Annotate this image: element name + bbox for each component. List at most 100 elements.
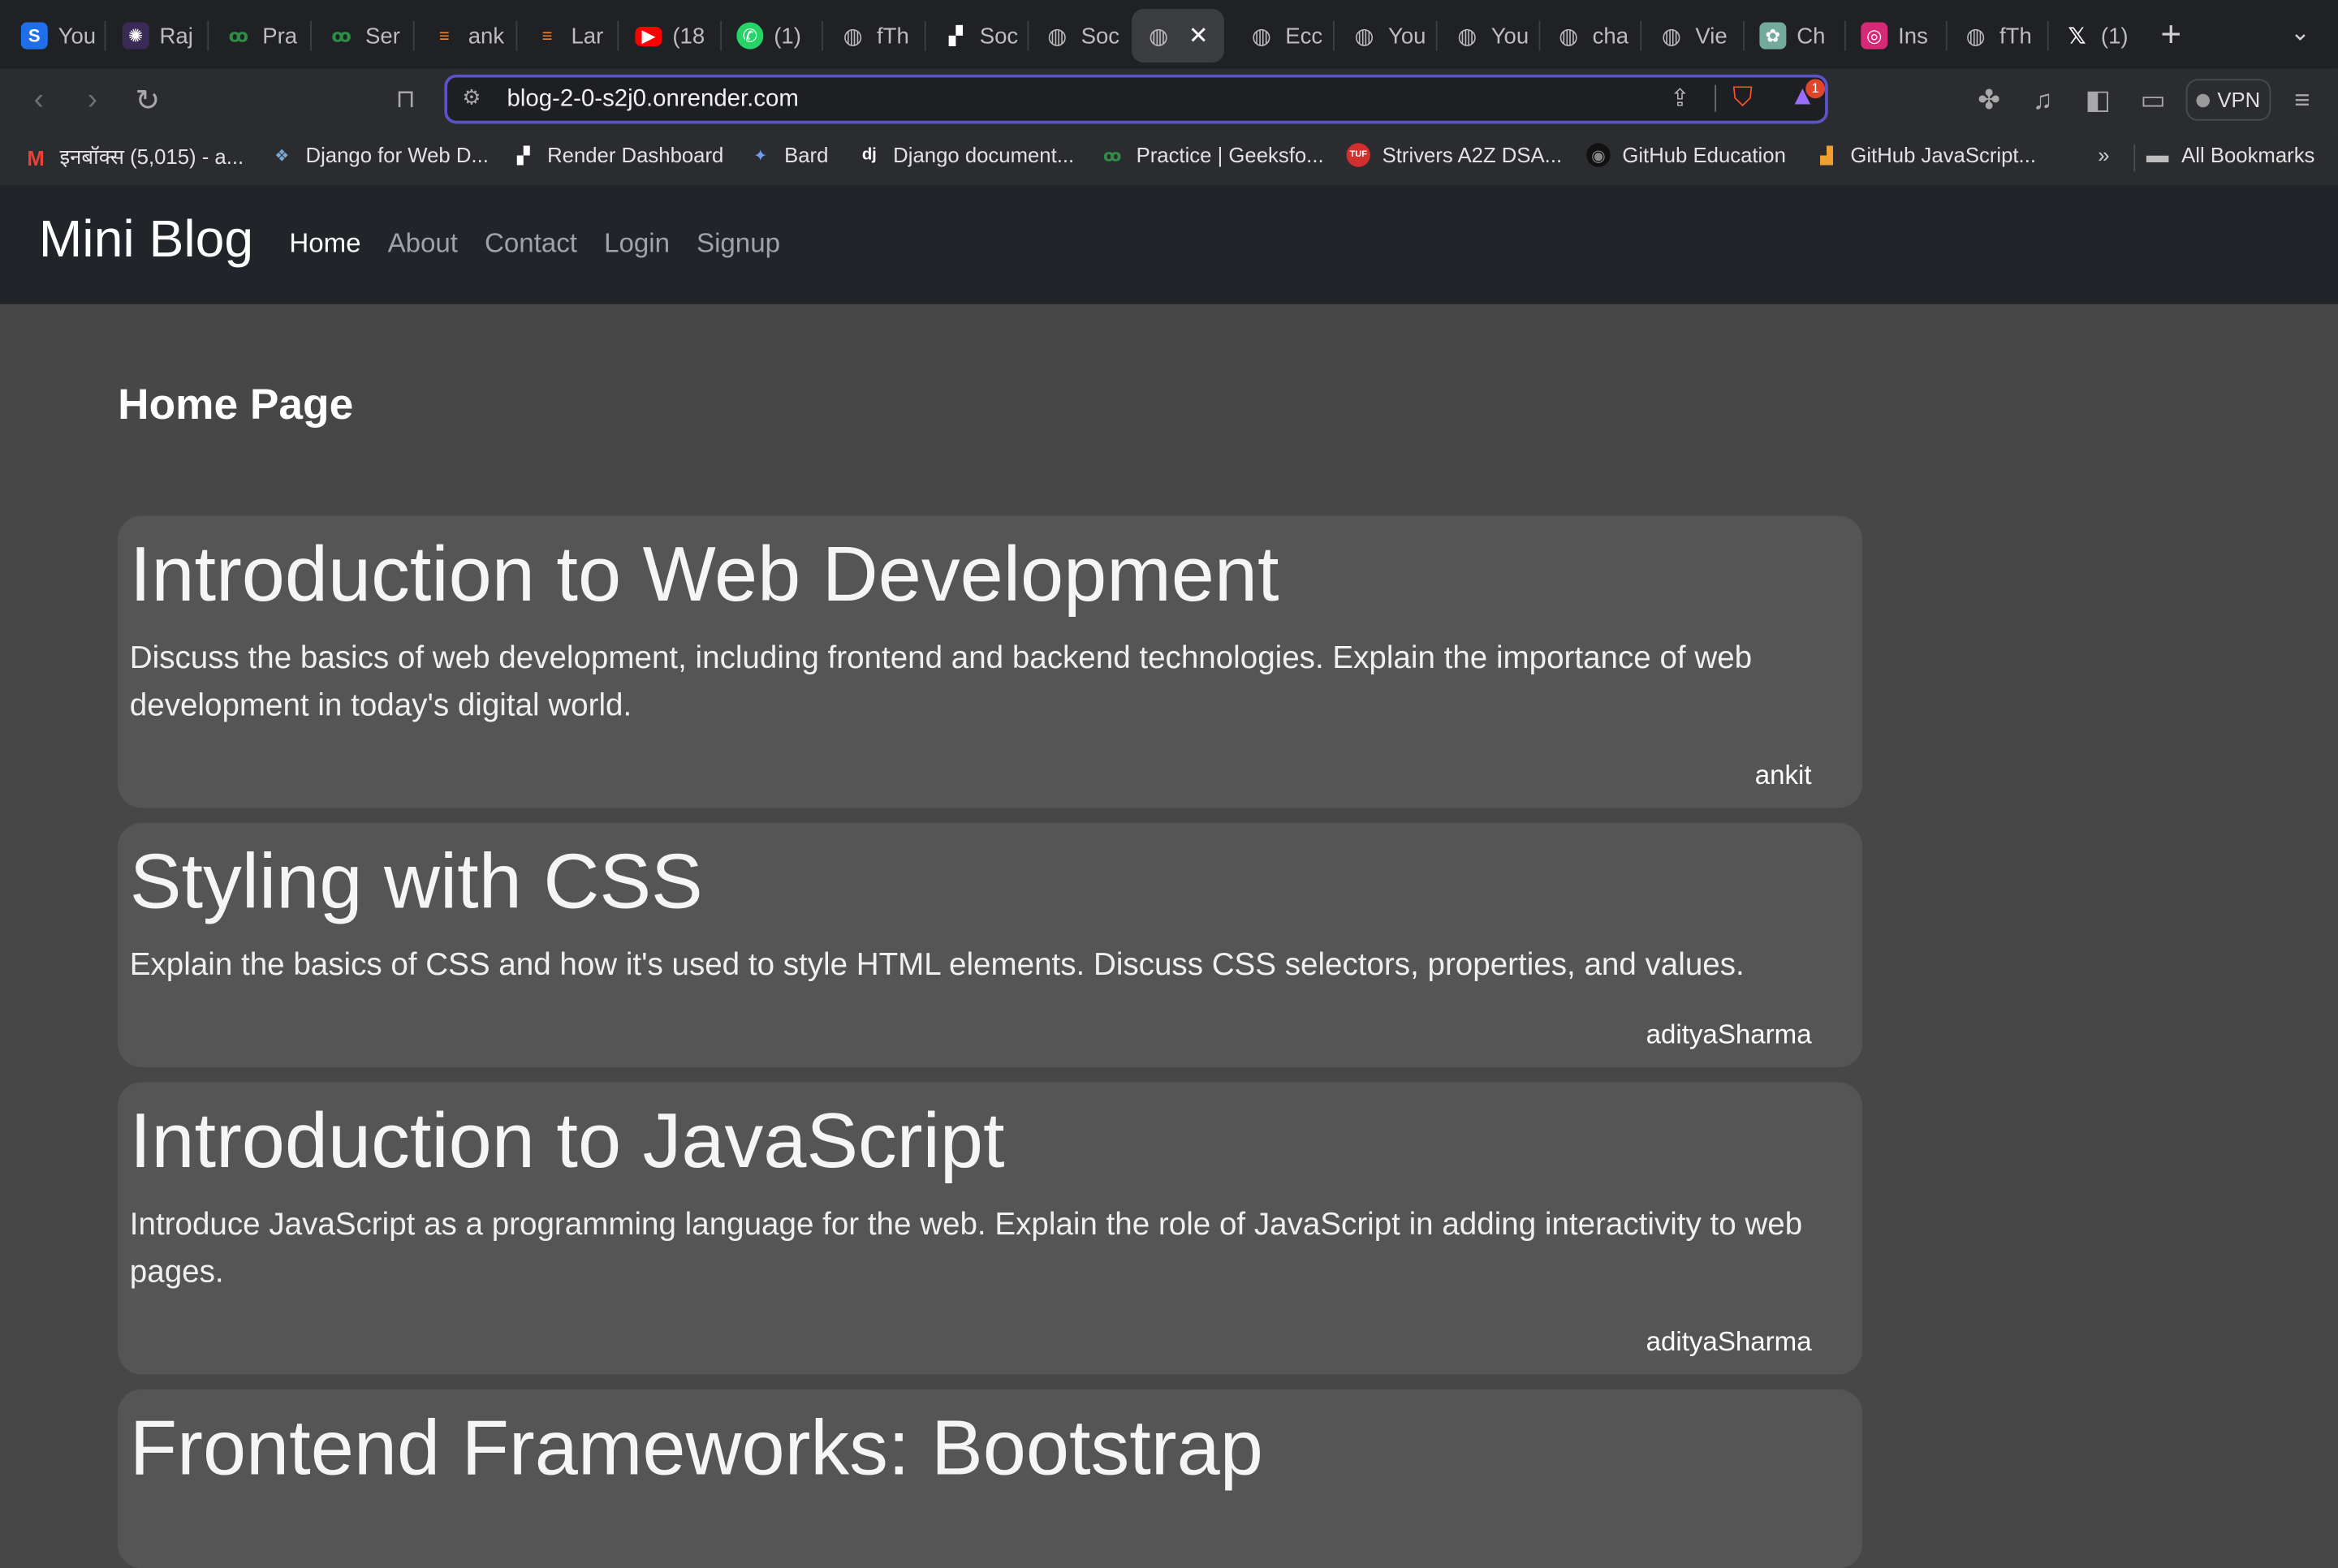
tab-item[interactable]: ≡ Lar bbox=[534, 9, 612, 62]
tab-item[interactable]: ◍ Ecc bbox=[1248, 9, 1326, 62]
reload-icon[interactable]: ↻ bbox=[130, 82, 166, 118]
bookmark-label: GitHub JavaScript... bbox=[1850, 143, 2037, 167]
share-icon[interactable]: ⇪ bbox=[1670, 84, 1690, 114]
tab-item[interactable]: ≡ ank bbox=[431, 9, 509, 62]
bookmark-item[interactable]: TUF Strivers A2Z DSA... bbox=[1346, 143, 1562, 167]
youtube-icon: ▶ bbox=[635, 25, 662, 46]
nav-link-contact[interactable]: Contact bbox=[485, 228, 577, 260]
tab-item[interactable]: ◍ You bbox=[1454, 9, 1532, 62]
chatgpt-icon: ✿ bbox=[1759, 22, 1787, 50]
nav-link-home[interactable]: Home bbox=[289, 228, 360, 260]
forward-arrow-icon[interactable]: › bbox=[75, 82, 110, 118]
post-description: Introduce JavaScript as a programming la… bbox=[129, 1207, 1803, 1290]
post-description: Explain the basics of CSS and how it's u… bbox=[129, 948, 1745, 983]
status-dot bbox=[2196, 93, 2211, 107]
tab-item[interactable]: ◍ cha bbox=[1555, 9, 1633, 62]
tab-item[interactable]: ▶ (18 bbox=[635, 9, 713, 62]
bookmark-item[interactable]: ▟ GitHub JavaScript... bbox=[1814, 143, 2036, 166]
media-icon[interactable]: ♫ bbox=[2025, 82, 2060, 118]
page-title: Home Page bbox=[118, 381, 354, 429]
bookmark-item[interactable]: dj Django document... bbox=[857, 143, 1074, 166]
tab-label: Raj bbox=[159, 23, 193, 49]
post-title: Introduction to JavaScript bbox=[129, 1098, 1005, 1186]
brave-shield-icon[interactable]: ⛉ bbox=[1732, 82, 1753, 114]
tab-item[interactable]: ◎ Ins bbox=[1861, 9, 1939, 62]
globe-icon: ◍ bbox=[1965, 24, 1986, 50]
bookmark-item[interactable]: ▞ Render Dashboard bbox=[511, 143, 723, 166]
tab-label: (1) bbox=[2100, 23, 2129, 49]
tab-label: Pra bbox=[262, 23, 298, 49]
post-author: ankit bbox=[1754, 760, 1812, 790]
avatar-icon: ✺ bbox=[122, 22, 149, 50]
divider bbox=[2133, 144, 2136, 172]
tab-label: You bbox=[1387, 23, 1426, 49]
tab-item[interactable]: ◍ fTh bbox=[839, 9, 917, 62]
s-logo-icon: S bbox=[20, 22, 48, 50]
tab-label: Ch bbox=[1797, 23, 1826, 49]
post-author: adityaSharma bbox=[1646, 1326, 1812, 1357]
tab-item[interactable]: ꝏ Pra bbox=[225, 9, 303, 62]
menu-icon[interactable]: ≡ bbox=[2284, 82, 2320, 118]
tab-item[interactable]: ◍ fTh bbox=[1962, 9, 2040, 62]
post-author: adityaSharma bbox=[1646, 1019, 1812, 1050]
bookmark-item[interactable]: ◉ GitHub Education bbox=[1586, 143, 1786, 167]
tab-item[interactable]: ◍ You bbox=[1351, 9, 1429, 62]
site-brand[interactable]: Mini Blog bbox=[39, 210, 253, 269]
tab-item[interactable]: ▞ Soc bbox=[943, 9, 1020, 62]
globe-icon: ◍ bbox=[1661, 24, 1681, 50]
tab-item[interactable]: S You bbox=[20, 9, 99, 62]
bookmark-label: GitHub Education bbox=[1622, 143, 1786, 167]
tab-label: Ecc bbox=[1285, 23, 1323, 49]
nav-link-login[interactable]: Login bbox=[604, 228, 670, 260]
wallet-icon[interactable]: ▭ bbox=[2135, 82, 2171, 118]
url-text[interactable]: blog-2-0-s2j0.onrender.com bbox=[507, 87, 798, 114]
tab-item[interactable]: ✿ Ch bbox=[1759, 9, 1837, 62]
sidebar-icon[interactable]: ◧ bbox=[2080, 82, 2116, 118]
vpn-button[interactable]: VPN bbox=[2185, 79, 2271, 121]
site-settings-icon[interactable]: ⚙ bbox=[462, 85, 481, 110]
all-bookmarks-button[interactable]: ▬ All Bookmarks bbox=[2146, 142, 2314, 167]
chart-icon: ▟ bbox=[1820, 146, 1833, 165]
tab-label: Vie bbox=[1695, 23, 1728, 49]
divider bbox=[1715, 84, 1717, 112]
bookmarks-bar: M इनबॉक्स (5,015) - a... ❖ Django for We… bbox=[0, 131, 2338, 185]
bard-icon: ✦ bbox=[753, 146, 768, 165]
close-icon[interactable]: ✕ bbox=[1188, 21, 1209, 51]
tab-item[interactable]: ✺ Raj bbox=[122, 9, 201, 62]
tab-label: Lar bbox=[571, 23, 604, 49]
bookmark-item[interactable]: ❖ Django for Web D... bbox=[270, 143, 489, 167]
bookmark-item[interactable]: M इनबॉक्स (5,015) - a... bbox=[24, 143, 244, 171]
post-card: Frontend Frameworks: Bootstrap bbox=[118, 1389, 1863, 1568]
globe-icon: ◍ bbox=[1457, 24, 1477, 50]
render-icon: ▞ bbox=[516, 146, 530, 165]
x-icon: 𝕏 bbox=[2068, 24, 2086, 50]
back-arrow-icon[interactable]: ‹ bbox=[21, 82, 57, 118]
chevron-down-icon[interactable]: ⌄ bbox=[2290, 18, 2310, 48]
tab-label: You bbox=[58, 23, 97, 49]
bookmark-icon[interactable]: ⊓ bbox=[388, 82, 424, 118]
bookmark-label: Render Dashboard bbox=[547, 143, 724, 167]
tab-label: Soc bbox=[979, 23, 1019, 49]
extensions-icon[interactable]: ✤ bbox=[1971, 82, 2007, 118]
tab-item[interactable]: ◍ Soc bbox=[1044, 9, 1122, 62]
globe-icon: ◍ bbox=[1559, 24, 1579, 50]
bookmark-item[interactable]: ✦ Bard bbox=[748, 143, 828, 166]
gmail-icon: M bbox=[27, 145, 45, 170]
bookmark-label: Django for Web D... bbox=[305, 143, 489, 167]
tab-label: (18 bbox=[672, 23, 705, 49]
tab-item[interactable]: 𝕏 (1) bbox=[2064, 9, 2142, 62]
nav-link-signup[interactable]: Signup bbox=[697, 228, 780, 260]
bookmarks-overflow-button[interactable]: » bbox=[2098, 143, 2109, 166]
tab-item[interactable]: ꝏ Ser bbox=[328, 9, 406, 62]
address-bar[interactable]: ⚙ blog-2-0-s2j0.onrender.com ⇪ ⛉ ▲ 1 bbox=[444, 74, 1828, 124]
browser-toolbar: ‹ › ↻ ⊓ ⚙ blog-2-0-s2j0.onrender.com ⇪ ⛉… bbox=[0, 68, 2338, 131]
nav-link-about[interactable]: About bbox=[388, 228, 458, 260]
tab-item[interactable]: ✆ (1) bbox=[736, 9, 814, 62]
bookmark-item[interactable]: ꝏ Practice | Geeksfo... bbox=[1100, 143, 1324, 166]
globe-icon: ◍ bbox=[843, 24, 863, 50]
tab-item-active[interactable]: ◍ ✕ bbox=[1132, 9, 1224, 63]
new-tab-button[interactable]: + bbox=[2160, 15, 2181, 56]
tuf-icon: TUF bbox=[1346, 143, 1370, 167]
tab-item[interactable]: ◍ Vie bbox=[1658, 9, 1736, 62]
notification-badge: 1 bbox=[1805, 79, 1826, 99]
